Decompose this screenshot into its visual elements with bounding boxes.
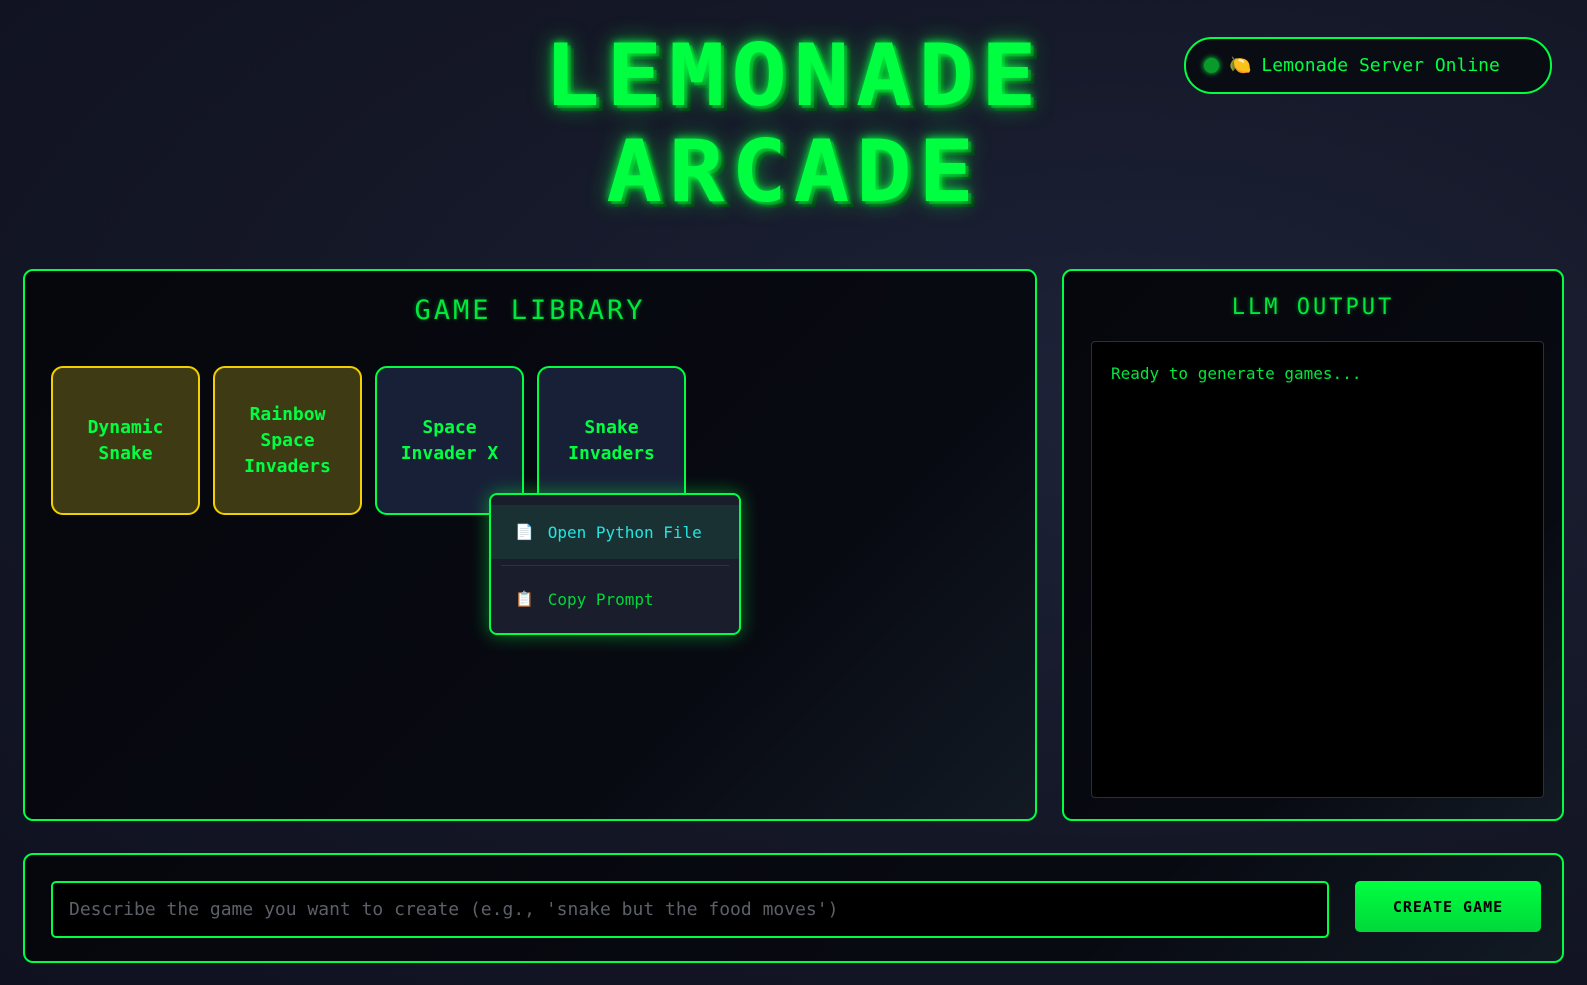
game-card-rainbow-space-invaders[interactable]: Rainbow Space Invaders <box>213 366 362 515</box>
menu-divider <box>501 565 729 566</box>
file-icon: 📄 <box>515 523 534 541</box>
server-status-badge: 🍋 Lemonade Server Online <box>1184 37 1552 94</box>
clipboard-icon: 📋 <box>515 590 534 608</box>
llm-output-text: Ready to generate games... <box>1111 364 1362 383</box>
status-dot-icon <box>1204 58 1219 73</box>
llm-output-console[interactable]: Ready to generate games... <box>1091 341 1544 798</box>
menu-item-open-python-file[interactable]: 📄 Open Python File <box>491 505 739 559</box>
game-card-label: Space Invader X <box>400 416 499 464</box>
llm-output-title: LLM OUTPUT <box>1231 295 1395 320</box>
llm-output-panel: LLM OUTPUT Ready to generate games... <box>1062 269 1564 821</box>
server-status-text: Lemonade Server Online <box>1261 55 1500 76</box>
game-context-menu: 📄 Open Python File 📋 Copy Prompt <box>489 493 741 635</box>
create-game-bar: CREATE GAME <box>23 853 1564 963</box>
game-card-label: Dynamic Snake <box>87 416 164 464</box>
create-game-button[interactable]: CREATE GAME <box>1355 881 1541 932</box>
menu-item-label: Open Python File <box>547 522 702 542</box>
game-card-dynamic-snake[interactable]: Dynamic Snake <box>51 366 200 515</box>
game-card-label: Snake Invaders <box>568 416 655 464</box>
menu-item-label: Copy Prompt <box>547 589 654 609</box>
game-description-input[interactable] <box>51 881 1329 938</box>
game-card-label: Rainbow Space Invaders <box>244 403 331 477</box>
lemon-icon: 🍋 <box>1229 55 1252 76</box>
title-line-2: ARCADE <box>606 122 981 222</box>
menu-item-copy-prompt[interactable]: 📋 Copy Prompt <box>491 572 739 626</box>
game-library-title: GAME LIBRARY <box>414 295 646 326</box>
